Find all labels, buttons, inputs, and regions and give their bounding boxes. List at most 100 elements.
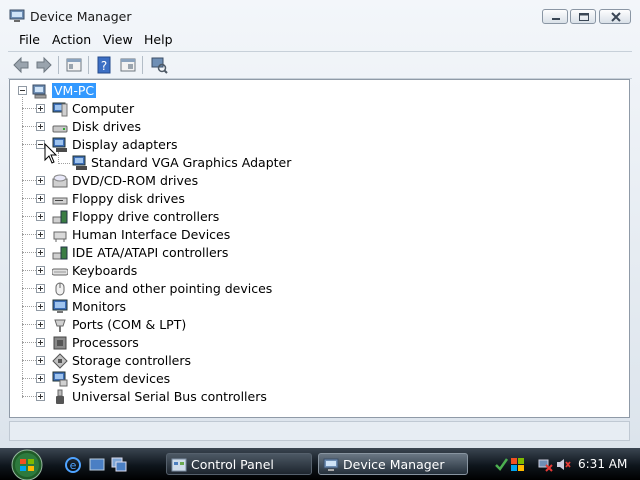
toolbar-separator bbox=[88, 56, 89, 74]
category-label: Disk drives bbox=[72, 119, 141, 134]
network-disconnected-icon[interactable] bbox=[538, 457, 553, 472]
tree-line bbox=[22, 216, 36, 217]
tree-category-4[interactable]: Floppy disk drives bbox=[10, 190, 410, 208]
expand-toggle[interactable] bbox=[36, 320, 45, 329]
tree-category-13[interactable]: Storage controllers bbox=[10, 352, 410, 370]
menu-help[interactable]: Help bbox=[144, 32, 173, 47]
close-button[interactable] bbox=[599, 9, 631, 24]
title-bar[interactable]: Device Manager bbox=[0, 0, 640, 30]
tree-category-6[interactable]: Human Interface Devices bbox=[10, 226, 410, 244]
tree-line bbox=[22, 288, 36, 289]
expand-toggle[interactable] bbox=[36, 194, 45, 203]
ide-controller-icon bbox=[52, 246, 68, 260]
expand-toggle[interactable] bbox=[36, 338, 45, 347]
security-center-icon[interactable] bbox=[494, 457, 509, 472]
minimize-button[interactable] bbox=[542, 9, 568, 24]
tree-device-2-0[interactable]: Standard VGA Graphics Adapter bbox=[10, 154, 410, 172]
expand-toggle[interactable] bbox=[36, 356, 45, 365]
tree-category-8[interactable]: Keyboards bbox=[10, 262, 410, 280]
start-button[interactable] bbox=[5, 449, 49, 480]
maximize-icon bbox=[579, 13, 589, 21]
tree-category-7[interactable]: IDE ATA/ATAPI controllers bbox=[10, 244, 410, 262]
category-label: Computer bbox=[72, 101, 135, 116]
device-tree[interactable]: VM-PC Computer Disk drives Display adapter… bbox=[9, 79, 630, 418]
expand-toggle[interactable] bbox=[36, 284, 45, 293]
tree-category-9[interactable]: Mice and other pointing devices bbox=[10, 280, 410, 298]
tree-category-0[interactable]: Computer bbox=[10, 100, 410, 118]
device-manager-icon bbox=[9, 9, 25, 22]
expand-toggle[interactable] bbox=[36, 266, 45, 275]
expand-toggle[interactable] bbox=[36, 212, 45, 221]
taskbar-device-manager[interactable]: Device Manager bbox=[318, 453, 468, 475]
tree-category-5[interactable]: Floppy drive controllers bbox=[10, 208, 410, 226]
clock[interactable]: 6:31 AM bbox=[578, 457, 627, 471]
tree-line bbox=[22, 270, 36, 271]
tree-line bbox=[22, 396, 36, 397]
port-icon bbox=[54, 319, 66, 332]
expand-toggle[interactable] bbox=[36, 392, 45, 401]
show-desktop-icon[interactable] bbox=[88, 456, 106, 474]
keyboard-icon bbox=[52, 268, 68, 276]
tree-category-3[interactable]: DVD/CD-ROM drives bbox=[10, 172, 410, 190]
category-label: IDE ATA/ATAPI controllers bbox=[72, 245, 229, 260]
internet-explorer-icon[interactable]: e bbox=[64, 456, 82, 474]
tree-line bbox=[22, 378, 36, 379]
task-label: Device Manager bbox=[343, 457, 445, 472]
category-label: Floppy drive controllers bbox=[72, 209, 220, 224]
svg-text:e: e bbox=[70, 459, 77, 472]
tree-category-12[interactable]: Processors bbox=[10, 334, 410, 352]
tree-line bbox=[22, 324, 36, 325]
maximize-button[interactable] bbox=[570, 9, 596, 24]
tree-category-11[interactable]: Ports (COM & LPT) bbox=[10, 316, 410, 334]
hid-icon bbox=[53, 231, 67, 242]
switch-windows-icon[interactable] bbox=[110, 456, 128, 474]
collapse-toggle[interactable] bbox=[18, 86, 27, 95]
system-device-icon bbox=[52, 371, 68, 387]
forward-icon[interactable] bbox=[34, 55, 54, 75]
tree-category-1[interactable]: Disk drives bbox=[10, 118, 410, 136]
system-tray: 6:31 AM bbox=[490, 448, 640, 480]
tree-category-15[interactable]: Universal Serial Bus controllers bbox=[10, 388, 410, 406]
expand-toggle[interactable] bbox=[36, 104, 45, 113]
expand-toggle[interactable] bbox=[36, 374, 45, 383]
device-manager-window: Device Manager File Action View Help ? V… bbox=[0, 0, 640, 448]
root-label: VM-PC bbox=[52, 83, 97, 98]
menu-action[interactable]: Action bbox=[52, 32, 91, 47]
window-title: Device Manager bbox=[30, 9, 132, 24]
control-panel-icon bbox=[171, 458, 187, 472]
menu-view[interactable]: View bbox=[103, 32, 133, 47]
toolbar: ? bbox=[8, 51, 632, 79]
expand-toggle[interactable] bbox=[36, 302, 45, 311]
tree-category-2[interactable]: Display adapters bbox=[10, 136, 410, 154]
help-icon[interactable]: ? bbox=[94, 55, 114, 75]
device-label: Standard VGA Graphics Adapter bbox=[91, 155, 292, 170]
tree-line bbox=[22, 180, 36, 181]
floppy-icon bbox=[52, 197, 68, 205]
category-label: Mice and other pointing devices bbox=[72, 281, 273, 296]
windows-flag-icon[interactable] bbox=[510, 457, 525, 472]
floppy-controller-icon bbox=[52, 210, 68, 224]
update-driver-icon[interactable] bbox=[118, 55, 138, 75]
volume-muted-icon[interactable] bbox=[556, 457, 571, 472]
expand-toggle[interactable] bbox=[36, 176, 45, 185]
properties-icon[interactable] bbox=[64, 55, 84, 75]
scan-hardware-icon[interactable] bbox=[149, 55, 169, 75]
tree-category-10[interactable]: Monitors bbox=[10, 298, 410, 316]
close-icon bbox=[611, 12, 621, 22]
menu-file[interactable]: File bbox=[19, 32, 40, 47]
category-label: Display adapters bbox=[72, 137, 178, 152]
category-label: Floppy disk drives bbox=[72, 191, 185, 206]
expand-toggle[interactable] bbox=[36, 248, 45, 257]
usb-icon bbox=[56, 389, 64, 404]
category-label: Human Interface Devices bbox=[72, 227, 231, 242]
expand-toggle[interactable] bbox=[36, 230, 45, 239]
category-label: Processors bbox=[72, 335, 139, 350]
expand-toggle[interactable] bbox=[36, 122, 45, 131]
tree-category-14[interactable]: System devices bbox=[10, 370, 410, 388]
storage-controller-icon bbox=[52, 353, 68, 369]
mouse-icon bbox=[55, 282, 65, 296]
taskbar-control-panel[interactable]: Control Panel bbox=[166, 453, 312, 475]
back-icon[interactable] bbox=[11, 55, 31, 75]
category-label: Ports (COM & LPT) bbox=[72, 317, 187, 332]
tree-root[interactable]: VM-PC bbox=[10, 82, 310, 100]
